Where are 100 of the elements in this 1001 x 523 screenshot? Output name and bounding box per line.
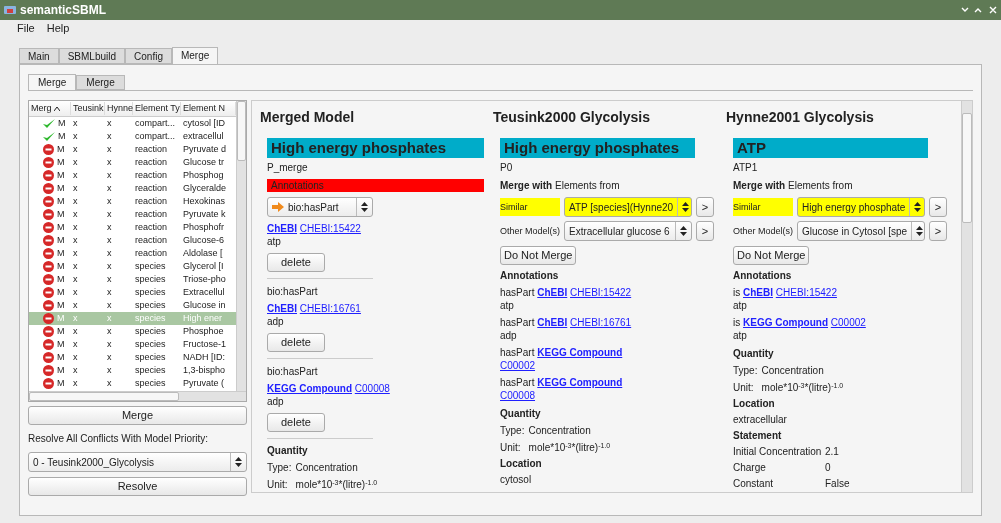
table-row[interactable]: M x x reaction Aldolase [ — [29, 247, 236, 260]
table-cell-text: x — [106, 337, 113, 351]
table-row[interactable]: M x x reaction Glucose-6 — [29, 234, 236, 247]
database-link[interactable]: KEGG Compound — [743, 317, 828, 328]
table-cell-text: M — [57, 272, 65, 286]
button[interactable]: > — [696, 221, 714, 241]
identifier-link[interactable]: CHEBI:16761 — [299, 303, 361, 314]
identifier-link[interactable]: C00008 — [500, 390, 536, 401]
identifier-link[interactable]: C00008 — [354, 383, 390, 394]
database-link[interactable]: KEGG Compound — [537, 377, 623, 388]
button[interactable]: Resolve — [28, 477, 247, 496]
table-row[interactable]: M x x species Pyruvate ( — [29, 377, 236, 390]
table-row[interactable]: M x x compart... extracellul — [29, 130, 236, 143]
section-heading: Annotations — [500, 269, 559, 282]
dropdown[interactable]: bio:hasPart — [267, 197, 373, 217]
column-header[interactable]: Element Ty — [133, 101, 181, 116]
table-cell-text: Phosphofr — [182, 220, 226, 234]
button[interactable]: delete — [267, 333, 325, 352]
table-row[interactable]: M x x species Fructose-1 — [29, 338, 236, 351]
button[interactable]: > — [929, 221, 947, 241]
identifier-link[interactable]: CHEBI:15422 — [570, 287, 632, 298]
menu-item[interactable]: Help — [46, 20, 70, 37]
tab[interactable]: Merge — [76, 75, 125, 90]
identifier-link[interactable]: CHEBI:15422 — [775, 287, 837, 298]
dropdown[interactable]: 0 - Teusink2000_Glycolysis — [28, 452, 247, 472]
table-cell-text: compart... — [134, 129, 176, 143]
other-models-label: Other Model(s) — [733, 224, 793, 238]
button[interactable]: delete — [267, 253, 325, 272]
tab[interactable]: Merge — [171, 47, 219, 64]
table-row[interactable]: M x x species Extracellul — [29, 286, 236, 299]
section-heading: Quantity — [267, 444, 308, 457]
table-cell-text: M — [57, 220, 65, 234]
dropdown[interactable]: ATP [species](Hynne20 — [564, 197, 692, 217]
identifier-link[interactable]: C00002 — [500, 360, 536, 371]
dropdown[interactable]: Glucose in Cytosol [spe — [797, 221, 925, 241]
database-link[interactable]: ChEBI — [537, 287, 568, 298]
table-row[interactable]: M x x reaction Hexokinas — [29, 195, 236, 208]
table-row[interactable]: M x x reaction Pyruvate k — [29, 208, 236, 221]
button[interactable]: Do Not Merge — [500, 246, 577, 265]
database-link[interactable]: ChEBI — [537, 317, 568, 328]
field-label: Unit: — [500, 441, 521, 454]
dropdown[interactable]: Extracellular glucose 6 — [564, 221, 692, 241]
window-controls-icon[interactable] — [961, 6, 997, 14]
vertical-scrollbar[interactable] — [236, 101, 246, 391]
tab[interactable]: Config — [125, 48, 172, 64]
button[interactable]: > — [929, 197, 947, 217]
table-cell-text: x — [72, 246, 79, 260]
horizontal-scrollbar[interactable] — [29, 391, 246, 401]
database-link[interactable]: ChEBI — [743, 287, 773, 298]
button[interactable]: Do Not Merge — [733, 246, 810, 265]
qualifier-label: is — [733, 287, 741, 298]
database-link[interactable]: KEGG Compound — [537, 347, 623, 358]
field-label: Unit: — [733, 381, 754, 394]
annotation-name: adp — [500, 329, 518, 342]
button[interactable]: Merge — [28, 406, 247, 425]
tab[interactable]: Merge — [28, 74, 77, 90]
table-row[interactable]: M x x reaction Pyruvate d — [29, 143, 236, 156]
annotation-name: adp — [267, 395, 284, 408]
table-row[interactable]: M x x reaction Phosphog — [29, 169, 236, 182]
column-header[interactable]: Teusink — [71, 101, 105, 116]
table-row[interactable]: M x x compart... cytosol [ID — [29, 117, 236, 130]
dropdown[interactable]: High energy phosphate — [797, 197, 925, 217]
table-cell-text: Glucose in — [182, 298, 227, 312]
spinner-arrows-icon — [680, 226, 687, 236]
tab[interactable]: SBMLbuild — [58, 48, 126, 64]
table-cell-text: x — [106, 129, 113, 143]
table-cell-text: reaction — [134, 194, 169, 208]
annotation-name: adp — [267, 315, 284, 328]
tab[interactable]: Main — [19, 48, 59, 64]
database-link[interactable]: ChEBI — [267, 223, 297, 234]
table-row[interactable]: M x x species Triose-pho — [29, 273, 236, 286]
similar-label: Similar — [500, 198, 560, 216]
table-cell-text: x — [72, 129, 79, 143]
table-row[interactable]: M x x reaction Glyceralde — [29, 182, 236, 195]
column-title: Hynne2001 Glycolysis — [726, 109, 875, 125]
field-value: mole*10$^{-3}$*(litre)$^{-1.0}$ — [295, 478, 378, 491]
identifier-link[interactable]: CHEBI:16761 — [570, 317, 632, 328]
menu-item[interactable]: File — [17, 20, 35, 37]
table-cell-text: M — [57, 311, 65, 325]
database-link[interactable]: KEGG Compound — [267, 383, 352, 394]
vertical-scrollbar[interactable] — [961, 101, 972, 492]
table-row[interactable]: M x x reaction Glucose tr — [29, 156, 236, 169]
table-row[interactable]: M x x reaction Phosphofr — [29, 221, 236, 234]
identifier-link[interactable]: CHEBI:15422 — [299, 223, 361, 234]
button[interactable]: delete — [267, 413, 325, 432]
table-row[interactable]: M x x species Glucose in — [29, 299, 236, 312]
database-link[interactable]: ChEBI — [267, 303, 297, 314]
column-header[interactable]: Hynne — [105, 101, 133, 116]
section-heading: Statement — [733, 429, 782, 442]
table-cell-text: reaction — [134, 207, 169, 221]
table-row[interactable]: M x x species Glycerol [I — [29, 260, 236, 273]
column-header[interactable]: Merg — [29, 101, 71, 116]
identifier-link[interactable]: C00002 — [830, 317, 866, 328]
table-row[interactable]: M x x species Phosphoe — [29, 325, 236, 338]
table-cell-text: Aldolase [ — [182, 246, 224, 260]
button[interactable]: > — [696, 197, 714, 217]
table-row[interactable]: M x x species NADH [ID: — [29, 351, 236, 364]
table-cell-text: M — [57, 181, 65, 195]
table-row[interactable]: M x x species 1,3-bispho — [29, 364, 236, 377]
table-cell-text: M — [57, 155, 65, 169]
